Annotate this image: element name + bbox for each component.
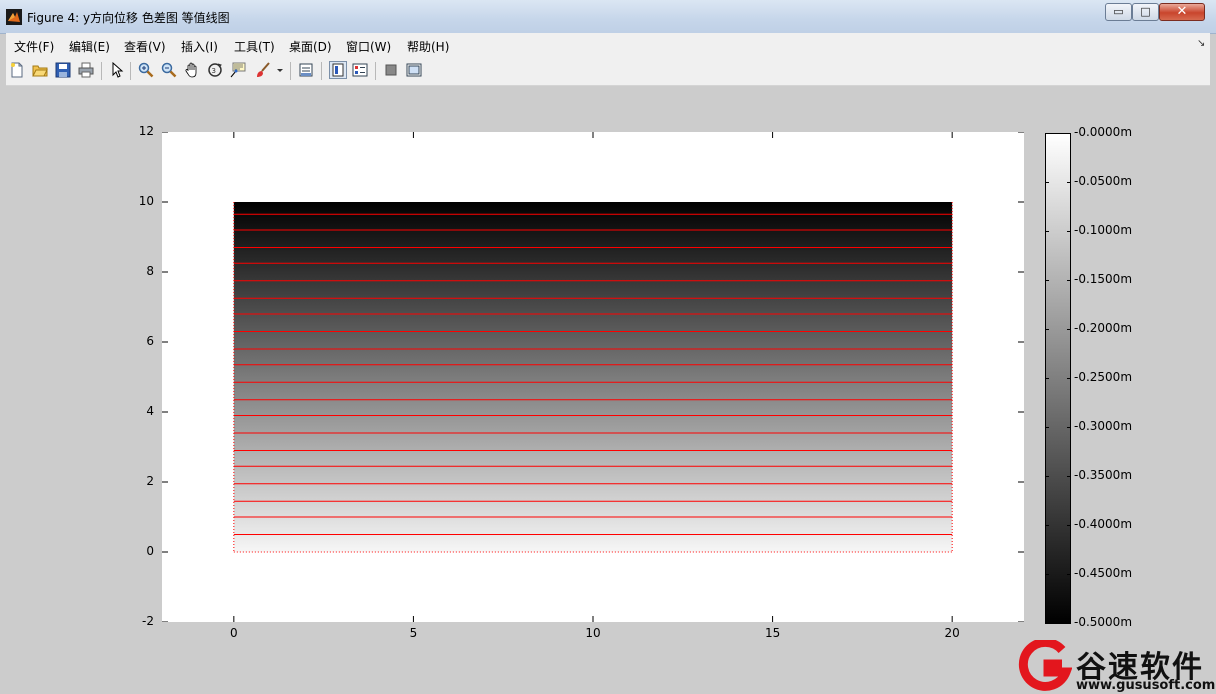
y-tick-label: 2 [146, 474, 154, 488]
colorbar-tick [1067, 623, 1071, 624]
x-tick-label: 20 [944, 626, 960, 640]
open-file-icon[interactable] [32, 62, 48, 78]
colorbar-tick [1045, 182, 1049, 183]
colorbar-tick [1045, 329, 1049, 330]
svg-text:3: 3 [212, 67, 216, 75]
colorbar-label: -0.5000m [1074, 615, 1133, 629]
edit-plot-arrow-icon[interactable] [109, 62, 125, 78]
toolbar-separator [375, 62, 376, 80]
colorbar-label: -0.2000m [1074, 321, 1133, 335]
colorbar-tick [1067, 476, 1071, 477]
colorbar-label: -0.1000m [1074, 223, 1133, 237]
colorbar-tick [1045, 427, 1049, 428]
show-plot-tools-icon[interactable] [406, 62, 422, 78]
toolbar-separator [290, 62, 291, 80]
minimize-button[interactable]: ▭ [1105, 3, 1132, 21]
colorbar-tick [1067, 182, 1071, 183]
colorbar-tick [1067, 231, 1071, 232]
save-icon[interactable] [55, 62, 71, 78]
y-tick-label: 10 [138, 194, 154, 208]
colorbar-tick [1067, 280, 1071, 281]
colorbar-tick [1067, 133, 1071, 134]
y-tick-label: 8 [146, 264, 154, 278]
maximize-button[interactable]: □ [1132, 3, 1159, 21]
matlab-logo-icon [6, 9, 22, 25]
colorbar-tick [1067, 378, 1071, 379]
colorbar-icon[interactable] [329, 61, 347, 79]
toolbar-separator [321, 62, 322, 80]
y-tick-label: 0 [146, 544, 154, 558]
gususoft-watermark: 谷速软件 www.gususoft.com [1016, 640, 1216, 694]
colorbar-tick [1045, 231, 1049, 232]
zoom-in-icon[interactable] [138, 62, 154, 78]
x-tick-label: 10 [585, 626, 601, 640]
figure-toolbar: 3 [6, 57, 1210, 86]
menu-edit[interactable]: 编辑(E) [69, 38, 110, 55]
menu-view[interactable]: 查看(V) [124, 38, 166, 55]
hide-plot-tools-icon[interactable] [383, 62, 399, 78]
title-bar[interactable]: Figure 4: y方向位移 色差图 等值线图 ▭ □ ✕ [0, 0, 1216, 34]
data-cursor-icon[interactable] [230, 62, 246, 78]
colorbar-label: -0.1500m [1074, 272, 1133, 286]
colorbar-tick [1045, 133, 1049, 134]
plot-axes[interactable] [162, 132, 1024, 622]
toolbar-separator [130, 62, 131, 80]
menu-insert[interactable]: 插入(I) [181, 38, 218, 55]
colorbar-tick [1045, 280, 1049, 281]
link-plot-icon[interactable] [298, 62, 314, 78]
figure-window: Figure 4: y方向位移 色差图 等值线图 ▭ □ ✕ 文件(F) 编辑(… [0, 0, 1216, 694]
menu-help[interactable]: 帮助(H) [407, 38, 449, 55]
colorbar-tick [1067, 525, 1071, 526]
pan-hand-icon[interactable] [184, 62, 200, 78]
x-tick-label: 5 [409, 626, 418, 640]
new-figure-icon[interactable] [9, 62, 25, 78]
colorbar-label: -0.3000m [1074, 419, 1133, 433]
menu-tools[interactable]: 工具(T) [234, 38, 275, 55]
colorbar-tick [1067, 574, 1071, 575]
colorbar-label: -0.4500m [1074, 566, 1133, 580]
colorbar-tick [1067, 427, 1071, 428]
watermark-url: www.gususoft.com [1076, 678, 1216, 693]
colorbar-tick [1045, 476, 1049, 477]
colorbar-label: -0.4000m [1074, 517, 1133, 531]
colorbar-label: -0.3500m [1074, 468, 1133, 482]
displacement-field [233, 202, 953, 552]
colorbar-label: -0.0000m [1074, 125, 1133, 139]
colorbar-tick [1045, 574, 1049, 575]
maximize-icon: □ [1140, 5, 1151, 18]
legend-icon[interactable] [352, 62, 368, 78]
colorbar-label: -0.0500m [1074, 174, 1133, 188]
y-tick-label: 6 [146, 334, 154, 348]
rotate-3d-icon[interactable]: 3 [207, 62, 223, 78]
menu-desktop[interactable]: 桌面(D) [289, 38, 332, 55]
brush-dropdown-arrow-icon[interactable] [276, 62, 284, 78]
contour-plot [162, 132, 1024, 622]
colorbar-tick [1045, 378, 1049, 379]
y-tick-label: 12 [138, 124, 154, 138]
x-tick-label: 15 [764, 626, 781, 640]
minimize-icon: ▭ [1113, 5, 1124, 18]
x-tick-label: 0 [230, 626, 238, 640]
close-button[interactable]: ✕ [1159, 3, 1205, 21]
colorbar-tick [1045, 525, 1049, 526]
print-icon[interactable] [78, 62, 94, 78]
menu-window[interactable]: 窗口(W) [346, 38, 391, 55]
brush-icon[interactable] [255, 62, 271, 78]
y-tick-label: -2 [142, 614, 154, 628]
menu-file[interactable]: 文件(F) [14, 38, 54, 55]
menu-overflow-arrow-icon[interactable]: ↘ [1197, 38, 1205, 49]
toolbar-separator [101, 62, 102, 80]
colorbar-tick [1045, 623, 1049, 624]
colorbar-tick [1067, 329, 1071, 330]
menu-bar: 文件(F) 编辑(E) 查看(V) 插入(I) 工具(T) 桌面(D) 窗口(W… [6, 33, 1210, 57]
gususoft-logo-icon [1018, 640, 1072, 691]
window-title: Figure 4: y方向位移 色差图 等值线图 [27, 11, 230, 25]
y-tick-label: 4 [146, 404, 154, 418]
colorbar-label: -0.2500m [1074, 370, 1133, 384]
close-icon: ✕ [1176, 4, 1188, 19]
zoom-out-icon[interactable] [161, 62, 177, 78]
